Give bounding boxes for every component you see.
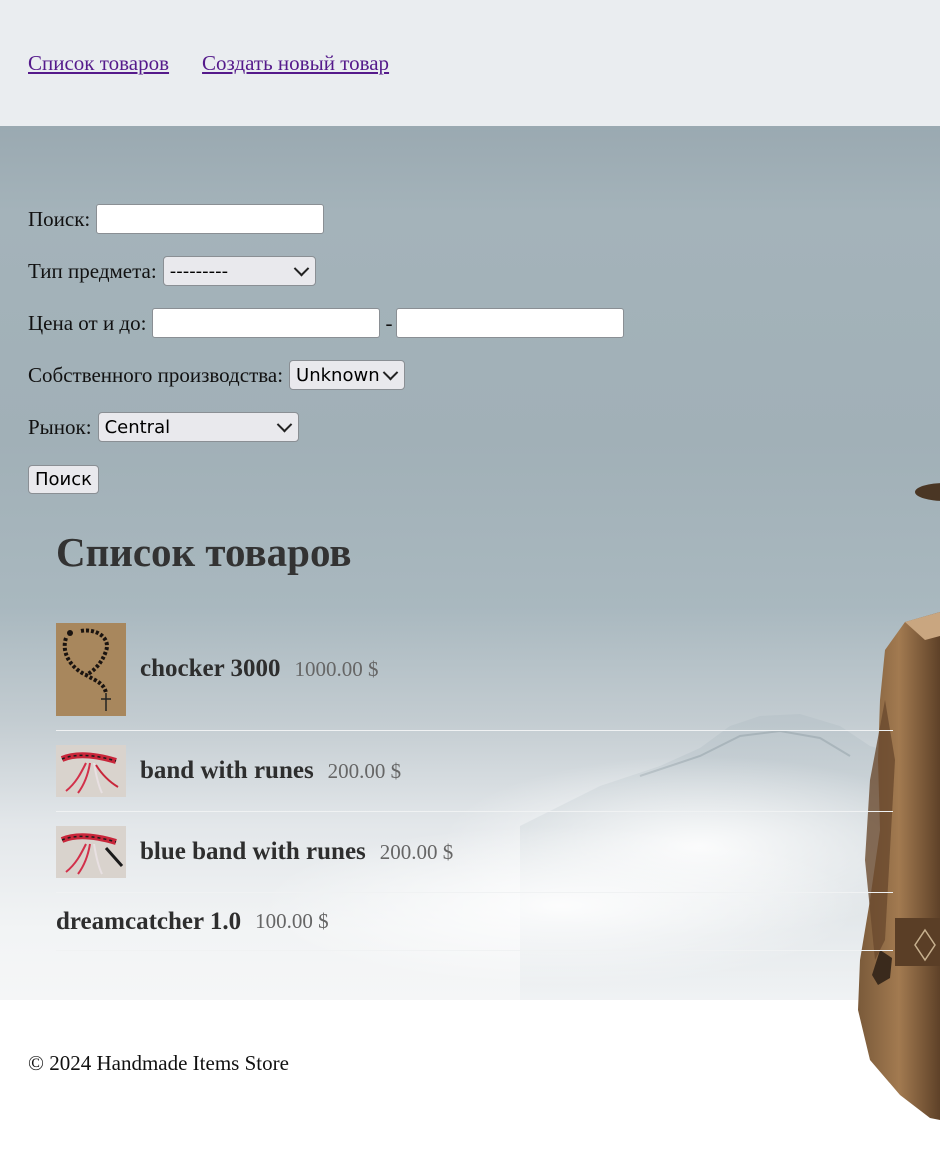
search-label: Поиск: — [28, 206, 91, 231]
chevron-down-icon — [293, 260, 309, 276]
red-band-icon — [56, 826, 126, 878]
price-to-input[interactable] — [396, 308, 625, 338]
item-type-row: Тип предмета: --------- — [28, 256, 624, 286]
product-price: 200.00 $ — [379, 839, 454, 864]
product-item[interactable]: dreamcatcher 1.0 100.00 $ — [56, 893, 893, 951]
product-price: 1000.00 $ — [294, 656, 379, 681]
copyright-text: © 2024 Handmade Items Store — [28, 1051, 289, 1075]
chevron-down-icon — [382, 364, 399, 380]
market-selected-value: Central — [104, 416, 171, 438]
market-row: Рынок: Central — [28, 412, 624, 442]
product-price: 100.00 $ — [255, 909, 329, 933]
item-type-select[interactable]: --------- — [162, 256, 316, 286]
search-submit-button[interactable]: Поиск — [28, 464, 100, 494]
page-title: Список товаров — [56, 529, 352, 575]
product-list: chocker 3000 1000.00 $ band with runes 2… — [56, 608, 893, 951]
main-nav: Список товаров Создать новый товар — [28, 50, 389, 77]
product-thumbnail[interactable] — [56, 622, 126, 716]
submit-row: Поиск — [28, 464, 624, 494]
market-label: Рынок: — [28, 414, 92, 439]
product-name[interactable]: blue band with runes — [140, 838, 366, 866]
search-row: Поиск: — [28, 204, 624, 234]
own-production-select[interactable]: Unknown — [289, 360, 406, 390]
search-input[interactable] — [96, 204, 325, 234]
item-type-selected-value: --------- — [169, 260, 229, 282]
market-select[interactable]: Central — [97, 412, 299, 442]
product-price: 200.00 $ — [327, 758, 402, 783]
nav-link-product-list[interactable]: Список товаров — [28, 50, 169, 77]
own-production-row: Собственного производства: Unknown — [28, 360, 624, 390]
site-header: Список товаров Создать новый товар — [0, 0, 940, 126]
own-production-label: Собственного производства: — [28, 362, 284, 387]
own-production-selected-value: Unknown — [296, 364, 380, 386]
price-from-input[interactable] — [152, 308, 381, 338]
product-thumbnail[interactable] — [56, 745, 126, 797]
filter-form: Поиск: Тип предмета: --------- Цена от и… — [28, 204, 625, 516]
product-item[interactable]: band with runes 200.00 $ — [56, 731, 893, 812]
product-name[interactable]: chocker 3000 — [140, 655, 281, 683]
rosary-icon — [56, 622, 126, 716]
product-name[interactable]: band with runes — [140, 757, 314, 785]
price-range-row: Цена от и до: - — [28, 308, 625, 338]
product-name[interactable]: dreamcatcher 1.0 — [56, 908, 241, 936]
price-range-separator: - — [385, 310, 393, 335]
item-type-label: Тип предмета: — [28, 258, 157, 283]
product-thumbnail[interactable] — [56, 826, 126, 878]
chevron-down-icon — [276, 416, 292, 432]
red-band-icon — [56, 745, 126, 797]
price-range-label: Цена от и до: — [28, 310, 147, 335]
product-item[interactable]: chocker 3000 1000.00 $ — [56, 608, 893, 731]
product-item[interactable]: blue band with runes 200.00 $ — [56, 812, 893, 893]
nav-link-create-product[interactable]: Создать новый товар — [202, 50, 389, 77]
site-footer: © 2024 Handmade Items Store — [28, 1051, 289, 1076]
